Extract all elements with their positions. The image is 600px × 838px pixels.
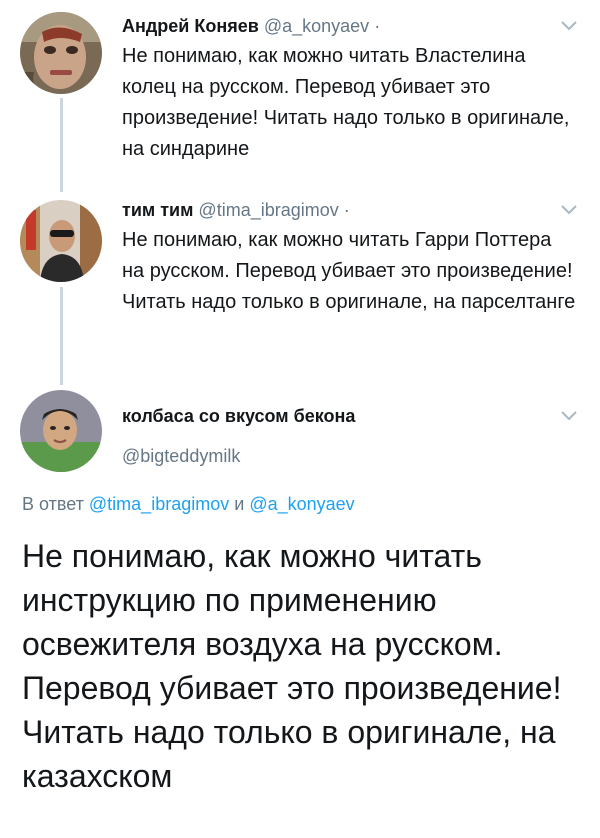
user-name-text: колбаса со вкусом бекона: [122, 406, 356, 426]
avatar[interactable]: [20, 12, 102, 94]
chevron-down-icon[interactable]: [560, 204, 578, 216]
user-handle[interactable]: @a_konyaev: [264, 16, 369, 36]
user-name[interactable]: Андрей Коняев: [122, 16, 259, 36]
avatar-painted-face-icon: [20, 12, 102, 94]
avatar[interactable]: [20, 200, 102, 282]
main-tweet-text: Не понимаю, как можно читать инструкцию …: [22, 538, 562, 794]
separator-dot: ·: [374, 16, 381, 36]
avatar[interactable]: [20, 390, 102, 472]
tweet[interactable]: Андрей Коняев @a_konyaev · Не понимаю, к…: [122, 14, 576, 165]
reply-and: и: [234, 494, 245, 514]
tweet-text: Не понимаю, как можно читать Гарри Потте…: [122, 229, 576, 313]
reply-prefix: В ответ: [22, 494, 84, 514]
reply-user-link[interactable]: @tima_ibragimov: [89, 494, 229, 514]
thread-connector: [60, 98, 63, 192]
main-tweet-header[interactable]: колбаса со вкусом бекона @bigteddymilk: [122, 404, 576, 468]
avatar-man-sunglasses-icon: [20, 200, 102, 282]
separator-dot: ·: [343, 200, 350, 220]
reply-user-link[interactable]: @a_konyaev: [249, 494, 354, 514]
thread-connector: [60, 287, 63, 385]
tweet-header: Андрей Коняев @a_konyaev ·: [122, 14, 576, 38]
tweet[interactable]: тим тим @tima_ibragimov · Не понимаю, ка…: [122, 198, 576, 318]
chevron-down-icon[interactable]: [560, 410, 578, 422]
tweet-text: Не понимаю, как можно читать Властелина …: [122, 45, 570, 160]
tweet-header: тим тим @tima_ibragimov ·: [122, 198, 576, 222]
user-handle[interactable]: @tima_ibragimov: [198, 200, 338, 220]
user-name[interactable]: тим тим: [122, 200, 193, 220]
reply-context: В ответ @tima_ibragimov и @a_konyaev: [22, 494, 355, 515]
user-handle[interactable]: @bigteddymilk: [122, 444, 576, 468]
user-name[interactable]: колбаса со вкусом бекона: [122, 404, 576, 428]
avatar-man-lying-icon: [20, 390, 102, 472]
chevron-down-icon[interactable]: [560, 20, 578, 32]
